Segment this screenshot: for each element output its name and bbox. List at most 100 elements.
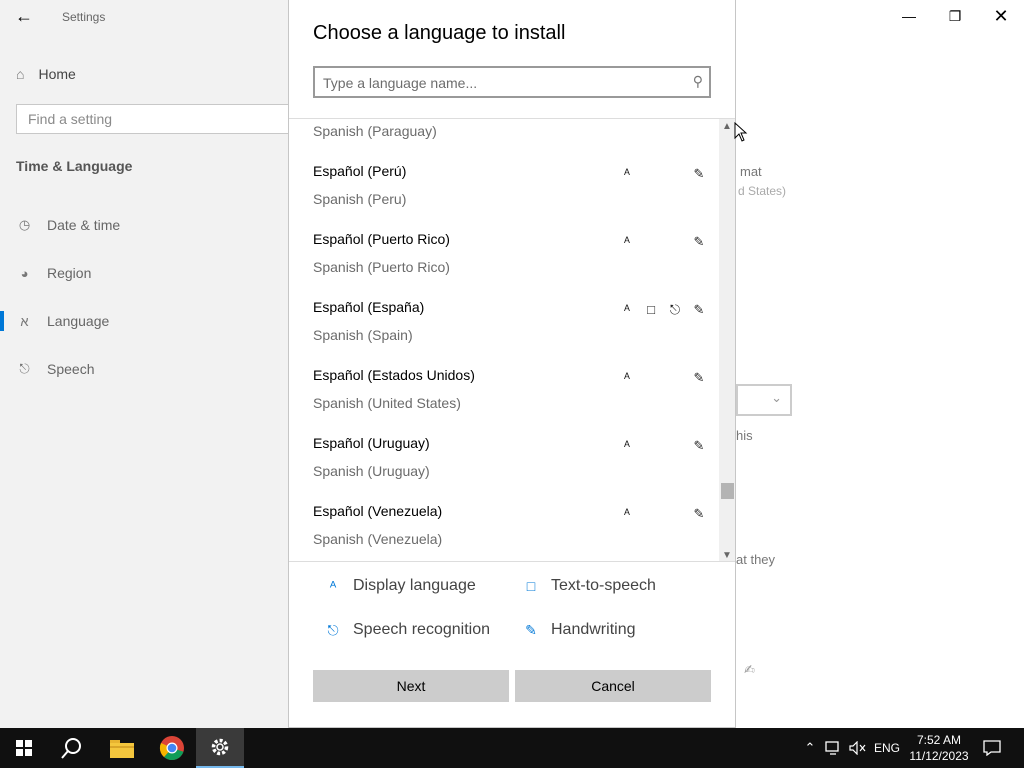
bg-text-fragment: at they bbox=[736, 552, 776, 567]
list-scrollbar[interactable]: ▲ ▼ bbox=[719, 119, 735, 561]
legend-handwriting: ✎ Handwriting bbox=[523, 619, 635, 641]
search-icon[interactable] bbox=[48, 728, 96, 768]
sidebar-item-home[interactable]: ⌂ Home bbox=[16, 64, 76, 84]
bg-dropdown: ⌄ bbox=[736, 384, 792, 416]
language-native-name: Español (Perú) bbox=[313, 163, 407, 179]
home-icon: ⌂ bbox=[16, 66, 25, 82]
restore-icon[interactable]: ❐ bbox=[932, 4, 978, 28]
handwriting-icon: ✎ bbox=[693, 234, 705, 249]
list-item[interactable]: Español (Perú) Spanish (Peru) ᴬ ✎ bbox=[289, 163, 719, 231]
list-item[interactable]: Español (España) Spanish (Spain) ᴬ □ ⎋ ✎ bbox=[289, 299, 719, 367]
language-search-input[interactable] bbox=[323, 73, 673, 93]
scrollbar-thumb[interactable] bbox=[721, 483, 734, 499]
dialog-title: Choose a language to install bbox=[313, 22, 566, 44]
volume-muted-icon[interactable] bbox=[846, 728, 870, 768]
display-language-icon: ᴬ bbox=[624, 234, 630, 249]
legend-display-language: ᴬ Display language bbox=[325, 575, 476, 597]
clock-time: 7:52 AM bbox=[916, 733, 962, 747]
input-language-indicator[interactable]: ENG bbox=[870, 728, 904, 768]
list-item[interactable]: Español (Puerto Rico) Spanish (Puerto Ri… bbox=[289, 231, 719, 299]
action-center-icon[interactable] bbox=[978, 728, 1006, 768]
language-list[interactable]: Spanish (Paraguay) Español (Perú) Spanis… bbox=[289, 118, 735, 562]
active-indicator bbox=[0, 311, 4, 331]
display-language-icon: ᴬ bbox=[329, 578, 337, 594]
sidebar-item-label: Language bbox=[47, 313, 110, 329]
list-item[interactable]: Español (Uruguay) Spanish (Uruguay) ᴬ ✎ bbox=[289, 435, 719, 503]
minimize-icon[interactable]: — bbox=[886, 4, 932, 28]
find-setting-placeholder: Find a setting bbox=[28, 111, 113, 127]
section-title: Time & Language bbox=[16, 158, 133, 174]
display-language-icon: ᴬ bbox=[624, 166, 630, 181]
handwriting-icon: ✎ bbox=[525, 621, 537, 638]
display-language-icon: ᴬ bbox=[624, 302, 630, 317]
scroll-down-icon[interactable]: ▼ bbox=[719, 550, 735, 561]
legend-label: Text-to-speech bbox=[551, 577, 656, 594]
sidebar-item-speech[interactable]: ⎋ Speech bbox=[16, 359, 94, 379]
legend-label: Speech recognition bbox=[353, 621, 490, 638]
handwriting-icon: ✎ bbox=[693, 438, 705, 453]
display-language-icon: ᴬ bbox=[624, 438, 630, 453]
chrome-icon[interactable] bbox=[148, 728, 196, 768]
speech-recognition-icon: ⎋ bbox=[669, 302, 681, 317]
settings-sidebar: ← Settings ⌂ Home Find a setting Time & … bbox=[0, 0, 306, 728]
display-language-icon: ᴬ bbox=[624, 506, 630, 521]
handwriting-icon: ✎ bbox=[693, 302, 705, 317]
language-icon: א bbox=[20, 313, 29, 329]
choose-language-dialog: Choose a language to install ⚲ Spanish (… bbox=[288, 0, 736, 728]
window-title: Settings bbox=[62, 10, 106, 24]
system-clock[interactable]: 7:52 AM 11/12/2023 bbox=[904, 732, 974, 764]
close-icon[interactable]: ✕ bbox=[978, 4, 1024, 28]
text-to-speech-icon: □ bbox=[647, 302, 655, 317]
start-icon[interactable] bbox=[0, 728, 48, 768]
legend-label: Display language bbox=[353, 577, 476, 594]
handwriting-icon: ✎ bbox=[693, 370, 705, 385]
speech-recognition-icon: ⎋ bbox=[327, 621, 339, 638]
sidebar-item-label: Date & time bbox=[47, 217, 121, 233]
language-english-name: Spanish (Puerto Rico) bbox=[313, 259, 450, 275]
bg-text-fragment: his bbox=[736, 428, 753, 443]
clock-date: 11/12/2023 bbox=[909, 749, 969, 763]
microphone-icon: ⎋ bbox=[19, 361, 30, 376]
language-english-name: Spanish (Uruguay) bbox=[313, 463, 430, 479]
network-icon[interactable] bbox=[822, 728, 846, 768]
chevron-up-icon[interactable]: ⌃ bbox=[800, 728, 820, 768]
language-native-name: Español (Uruguay) bbox=[313, 435, 430, 451]
taskbar: ⌃ ENG 7:52 AM 11/12/2023 bbox=[0, 728, 1024, 768]
search-icon[interactable]: ⚲ bbox=[693, 73, 703, 90]
bg-text-fragment: d States) bbox=[738, 184, 787, 198]
globe-icon: ◕ bbox=[20, 265, 29, 281]
mouse-cursor-icon bbox=[734, 122, 748, 142]
legend-speech-recognition: ⎋ Speech recognition bbox=[325, 619, 490, 641]
calendar-clock-icon: ◷ bbox=[18, 217, 31, 232]
language-native-name: Español (España) bbox=[313, 299, 425, 315]
settings-icon[interactable] bbox=[196, 728, 244, 768]
sidebar-item-label: Speech bbox=[47, 361, 95, 377]
legend-label: Handwriting bbox=[551, 621, 636, 638]
language-native-name: Español (Venezuela) bbox=[313, 503, 443, 519]
language-english-name: Spanish (Venezuela) bbox=[313, 531, 443, 547]
language-native-name: Español (Puerto Rico) bbox=[313, 231, 450, 247]
language-english-name: Spanish (Spain) bbox=[313, 327, 413, 343]
handwriting-icon: ✎ bbox=[693, 506, 705, 521]
language-native-name: Español (Estados Unidos) bbox=[313, 367, 475, 383]
sidebar-item-label: Region bbox=[47, 265, 92, 281]
bg-text-fragment: mat bbox=[740, 164, 762, 179]
cancel-button[interactable]: Cancel bbox=[515, 670, 711, 702]
file-explorer-icon[interactable] bbox=[98, 728, 146, 768]
list-item-partial: Spanish (Paraguay) bbox=[313, 123, 437, 139]
sidebar-item-language[interactable]: א Language bbox=[16, 311, 109, 331]
back-arrow-icon[interactable]: ← bbox=[12, 5, 36, 27]
next-button[interactable]: Next bbox=[313, 670, 509, 702]
language-search-box[interactable]: ⚲ bbox=[313, 66, 711, 98]
handwriting-icon: ✎ bbox=[693, 166, 705, 181]
handwriting-icon: ✍ bbox=[744, 662, 755, 677]
list-item[interactable]: Español (Venezuela) Spanish (Venezuela) … bbox=[289, 503, 719, 561]
sidebar-item-region[interactable]: ◕ Region bbox=[16, 263, 92, 283]
list-item[interactable]: Español (Estados Unidos) Spanish (United… bbox=[289, 367, 719, 435]
display-language-icon: ᴬ bbox=[624, 370, 630, 385]
sidebar-item-date-time[interactable]: ◷ Date & time bbox=[16, 215, 120, 235]
find-setting-input[interactable]: Find a setting bbox=[16, 104, 306, 134]
language-english-name: Spanish (Peru) bbox=[313, 191, 407, 207]
language-english-name: Spanish (United States) bbox=[313, 395, 461, 411]
scroll-up-icon[interactable]: ▲ bbox=[719, 121, 735, 132]
